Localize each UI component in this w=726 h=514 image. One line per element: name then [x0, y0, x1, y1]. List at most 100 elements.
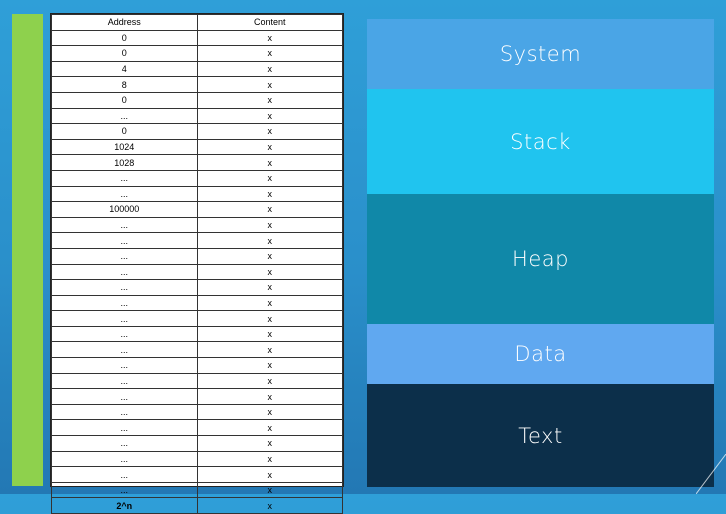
table-row: ... x	[51, 403, 343, 421]
address-cell: ...	[51, 279, 198, 296]
address-table: Address Content 0 x 0 x 4 x 8 x 0 x... x 0 x 1024 x 102…	[51, 14, 343, 514]
table-header-row: Address Content	[51, 14, 343, 31]
segment-stack-label: Stack	[510, 129, 571, 154]
content-cell: x	[196, 388, 343, 405]
address-cell: 8	[51, 76, 198, 93]
address-cell: ...	[51, 294, 198, 312]
address-cell: ...	[51, 263, 198, 281]
content-cell: x	[196, 45, 343, 62]
address-cell: ...	[51, 216, 198, 234]
address-cell: ...	[51, 403, 198, 421]
table-row: ... x	[51, 341, 343, 359]
content-cell: x	[196, 341, 343, 359]
content-cell: x	[196, 138, 343, 156]
content-cell: x	[196, 325, 343, 343]
content-cell: x	[196, 76, 343, 93]
content-cell: x	[196, 154, 343, 171]
content-cell: x	[196, 91, 343, 109]
content-cell: x	[196, 435, 343, 452]
content-cell: x	[196, 247, 343, 265]
address-cell: 0	[51, 123, 198, 140]
table-row: ... x	[51, 247, 343, 265]
segment-stack: Stack	[367, 89, 714, 194]
address-cell: ...	[51, 435, 198, 452]
address-cell: ...	[51, 419, 198, 437]
table-row: 8x	[51, 76, 343, 93]
table-row: 0x	[51, 45, 343, 62]
address-cell: ...	[51, 107, 198, 125]
address-table-container: Address Content 0 x 0 x 4 x 8 x 0 x... x 0 x 1024 x 102…	[50, 13, 344, 514]
table-row: 0x	[51, 123, 343, 140]
content-cell: x	[196, 481, 343, 499]
table-row: ... x	[51, 279, 343, 296]
content-cell: x	[196, 107, 343, 125]
content-cell: x	[196, 201, 343, 218]
table-row: ... x	[51, 310, 343, 327]
content-cell: x	[196, 263, 343, 281]
address-cell: ...	[51, 372, 198, 390]
address-cell: ...	[51, 310, 198, 327]
table-row: ... x	[51, 419, 343, 437]
table-row: ... x	[51, 294, 343, 312]
segment-heap-label: Heap	[512, 247, 569, 271]
table-row: 1028 x	[51, 154, 343, 171]
table-row: ... x	[51, 372, 343, 390]
table-row: 0x	[51, 29, 343, 47]
content-cell: x	[196, 466, 343, 483]
address-cell: 0	[51, 91, 198, 109]
accent-bar	[12, 14, 43, 486]
address-cell: 0	[51, 29, 198, 47]
table-row: ... x	[51, 450, 343, 468]
content-cell: x	[196, 123, 343, 140]
table-row: ... x	[51, 357, 343, 374]
address-cell: ...	[51, 341, 198, 359]
address-cell: ...	[51, 325, 198, 343]
address-cell: ...	[51, 169, 198, 187]
table-row: 0x	[51, 91, 343, 109]
memory-layout-diagram: System Stack Heap Data Text	[367, 19, 714, 487]
address-cell: 1028	[51, 154, 198, 171]
table-row: 4x	[51, 60, 343, 78]
content-cell: x	[196, 450, 343, 468]
table-row: 2^n x	[51, 497, 343, 514]
address-cell: ...	[51, 450, 198, 468]
content-cell: x	[196, 419, 343, 437]
address-cell: 2^n	[51, 497, 198, 514]
content-cell: x	[196, 403, 343, 421]
address-cell: 0	[51, 45, 198, 62]
segment-text: Text	[367, 384, 714, 487]
content-cell: x	[196, 372, 343, 390]
address-cell: 4	[51, 60, 198, 78]
table-body: 0 x 0 x 4 x 8 x 0 x... x 0 x 1024 x 1028 x... x... x 100000…	[51, 29, 343, 514]
address-cell: ...	[51, 232, 198, 249]
content-cell: x	[196, 29, 343, 47]
segment-system: System	[367, 19, 714, 89]
segment-text-label: Text	[518, 423, 563, 448]
address-cell: ...	[51, 388, 198, 405]
table-row: ... x	[51, 216, 343, 234]
content-cell: x	[196, 185, 343, 203]
segment-data-label: Data	[514, 342, 567, 366]
decorative-corner-line	[696, 454, 726, 494]
segment-heap: Heap	[367, 194, 714, 324]
segment-system-label: System	[499, 42, 582, 66]
table-row: 1024 x	[51, 138, 343, 156]
content-cell: x	[196, 497, 343, 514]
address-cell: ...	[51, 247, 198, 265]
content-cell: x	[196, 216, 343, 234]
table-row: ... x	[51, 169, 343, 187]
content-column-header: Content	[196, 14, 343, 31]
address-cell: ...	[51, 466, 198, 483]
table-row: ... x	[51, 325, 343, 343]
address-column-header: Address	[51, 14, 198, 31]
content-cell: x	[196, 294, 343, 312]
table-row: ... x	[51, 481, 343, 499]
table-row: ... x	[51, 435, 343, 452]
address-cell: 100000	[51, 201, 198, 218]
address-cell: ...	[51, 481, 198, 499]
content-cell: x	[196, 279, 343, 296]
table-row: ... x	[51, 232, 343, 249]
content-cell: x	[196, 232, 343, 249]
content-cell: x	[196, 169, 343, 187]
table-row: 100000 x	[51, 201, 343, 218]
